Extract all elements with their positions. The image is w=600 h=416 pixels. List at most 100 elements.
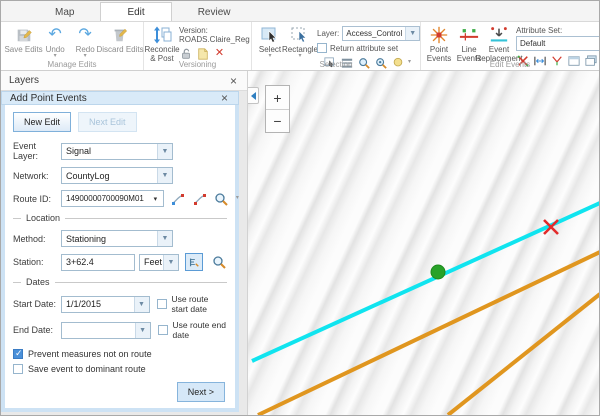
event-replacement-icon [488, 25, 510, 45]
application-window: Map Edit Review Save Edits ↶ Undo ▾ [0, 0, 600, 416]
new-version-icon[interactable] [196, 47, 209, 60]
unlock-icon[interactable] [179, 47, 192, 60]
location-section-label: Location [26, 213, 60, 223]
collapse-arrow-icon [251, 92, 256, 100]
left-dock-panel: Layers × Add Point Events × New Edit Nex… [1, 71, 247, 416]
new-edit-button[interactable]: New Edit [13, 112, 71, 132]
event-layer-select-arrow-icon[interactable]: ▼ [157, 144, 172, 159]
network-label: Network: [13, 171, 61, 181]
pick-route-alternate-icon[interactable] [192, 191, 208, 207]
start-date-select[interactable]: 1/1/2015 ▼ [61, 296, 150, 313]
undo-button[interactable]: ↶ Undo ▾ [40, 24, 70, 60]
rectangle-tool-icon [290, 25, 310, 45]
return-attribute-set-label: Return attribute set [330, 44, 398, 53]
use-route-start-date-checkbox[interactable] [157, 299, 167, 309]
attribute-set-select[interactable]: Default ▼ [516, 36, 600, 51]
select-button[interactable]: Select ▾ [255, 24, 285, 60]
save-edits-button[interactable]: Save Edits [7, 24, 40, 55]
save-dominant-route-checkbox[interactable] [13, 364, 23, 374]
add-point-events-close-icon[interactable]: × [219, 92, 230, 104]
redo-icon: ↷ [78, 25, 91, 45]
pick-station-from-map-button[interactable] [185, 253, 203, 271]
pick-route-from-map-icon[interactable] [170, 191, 186, 207]
end-date-select[interactable]: ▼ [61, 322, 151, 339]
group-selection: Select ▾ Rectangle ▾ Layer: Access_Contr… [252, 22, 421, 70]
map-annotations [248, 71, 600, 416]
prevent-measures-checkbox[interactable] [13, 349, 23, 359]
event-layer-select[interactable]: Signal ▼ [61, 143, 173, 160]
select-dropdown-caret[interactable]: ▾ [268, 54, 271, 59]
point-events-icon [429, 25, 449, 45]
undo-dropdown-caret[interactable]: ▾ [54, 54, 57, 59]
route-id-combo-arrow-icon[interactable]: ▾ [148, 191, 163, 206]
version-info: Version: ROADS.Claire_Reg ✕ [177, 24, 252, 62]
zoom-to-station-icon[interactable] [211, 254, 227, 270]
return-attribute-set-checkbox[interactable] [317, 43, 327, 53]
reconcile-post-button[interactable]: Reconcile & Post [147, 24, 177, 64]
redo-dropdown-caret[interactable]: ▾ [84, 54, 87, 59]
main-area: Layers × Add Point Events × New Edit Nex… [1, 71, 600, 416]
zoom-out-button[interactable]: − [266, 109, 289, 132]
station-input[interactable]: 3+62.4 [61, 254, 135, 271]
ribbon-tabbar: Map Edit Review [1, 1, 599, 22]
method-label: Method: [13, 234, 61, 244]
tab-review[interactable]: Review [172, 3, 257, 21]
network-select-arrow-icon[interactable]: ▼ [157, 168, 172, 183]
use-route-end-date-label: Use route end date [173, 320, 227, 340]
save-icon [15, 25, 33, 45]
next-button[interactable]: Next > [177, 382, 225, 402]
method-select-arrow-icon[interactable]: ▼ [157, 231, 172, 246]
select-tool-icon [260, 25, 280, 45]
next-edit-button: Next Edit [78, 112, 137, 132]
add-point-events-body: New Edit Next Edit Event Layer: Signal ▼… [1, 105, 239, 412]
panel-collapse-tab[interactable] [248, 87, 259, 104]
ribbon: Map Edit Review Save Edits ↶ Undo ▾ [1, 1, 599, 71]
version-label: Version: [179, 26, 250, 35]
point-event-marker[interactable] [431, 265, 445, 279]
group-label-selection: Selection [252, 60, 420, 70]
route-id-label: Route ID: [13, 194, 61, 204]
method-select[interactable]: Stationing ▼ [61, 230, 173, 247]
save-dominant-route-label: Save event to dominant route [28, 364, 146, 374]
event-replacement-button[interactable]: Event Replacement [484, 24, 514, 64]
dates-section-divider: Dates [13, 277, 227, 287]
tab-map[interactable]: Map [29, 3, 100, 21]
tab-edit[interactable]: Edit [100, 2, 171, 21]
reconcile-icon [152, 25, 172, 45]
zoom-to-route-caret[interactable]: ▾ [236, 196, 239, 201]
rectangle-button[interactable]: Rectangle ▾ [285, 24, 315, 60]
dates-section-label: Dates [26, 277, 50, 287]
point-events-button[interactable]: Point Events [424, 24, 454, 64]
use-route-start-date-label: Use route start date [172, 294, 228, 314]
event-layer-label: Event Layer: [13, 141, 61, 161]
route-id-combo[interactable]: 14900000700090M01 ▾ [61, 190, 164, 207]
layers-panel-header[interactable]: Layers × [1, 71, 247, 91]
layers-close-icon[interactable]: × [228, 75, 239, 87]
group-label-versioning: Versioning [144, 60, 251, 70]
map-view[interactable]: + − [247, 71, 600, 416]
station-label: Station: [13, 257, 61, 267]
group-manage-edits: Save Edits ↶ Undo ▾ ↷ Redo ▾ Discard Edi… [1, 22, 144, 70]
attribute-set-label: Attribute Set: [516, 26, 600, 35]
network-select[interactable]: CountyLog ▼ [61, 167, 173, 184]
end-date-label: End Date: [13, 325, 61, 335]
layer-select-arrow-icon[interactable]: ▼ [405, 27, 419, 40]
line-events-icon [459, 25, 479, 45]
rectangle-dropdown-caret[interactable]: ▾ [298, 54, 301, 59]
delete-version-icon[interactable]: ✕ [213, 47, 226, 60]
redo-button[interactable]: ↷ Redo ▾ [70, 24, 100, 60]
layer-select[interactable]: Access_Control ▼ [342, 26, 420, 41]
zoom-to-route-icon[interactable] [214, 191, 230, 207]
end-date-arrow-icon[interactable]: ▼ [135, 323, 150, 338]
version-value: ROADS.Claire_Reg [179, 35, 250, 44]
station-units-arrow-icon[interactable]: ▼ [163, 255, 178, 270]
layers-panel-title: Layers [9, 75, 228, 86]
station-units-select[interactable]: Feet ▼ [139, 254, 179, 271]
zoom-in-button[interactable]: + [266, 86, 289, 109]
start-date-arrow-icon[interactable]: ▼ [134, 297, 149, 312]
use-route-end-date-checkbox[interactable] [158, 325, 168, 335]
layer-label: Layer: [317, 29, 339, 38]
discard-edits-button[interactable]: Discard Edits [100, 24, 140, 55]
add-point-events-header[interactable]: Add Point Events × [1, 91, 239, 105]
undo-icon: ↶ [48, 25, 61, 45]
